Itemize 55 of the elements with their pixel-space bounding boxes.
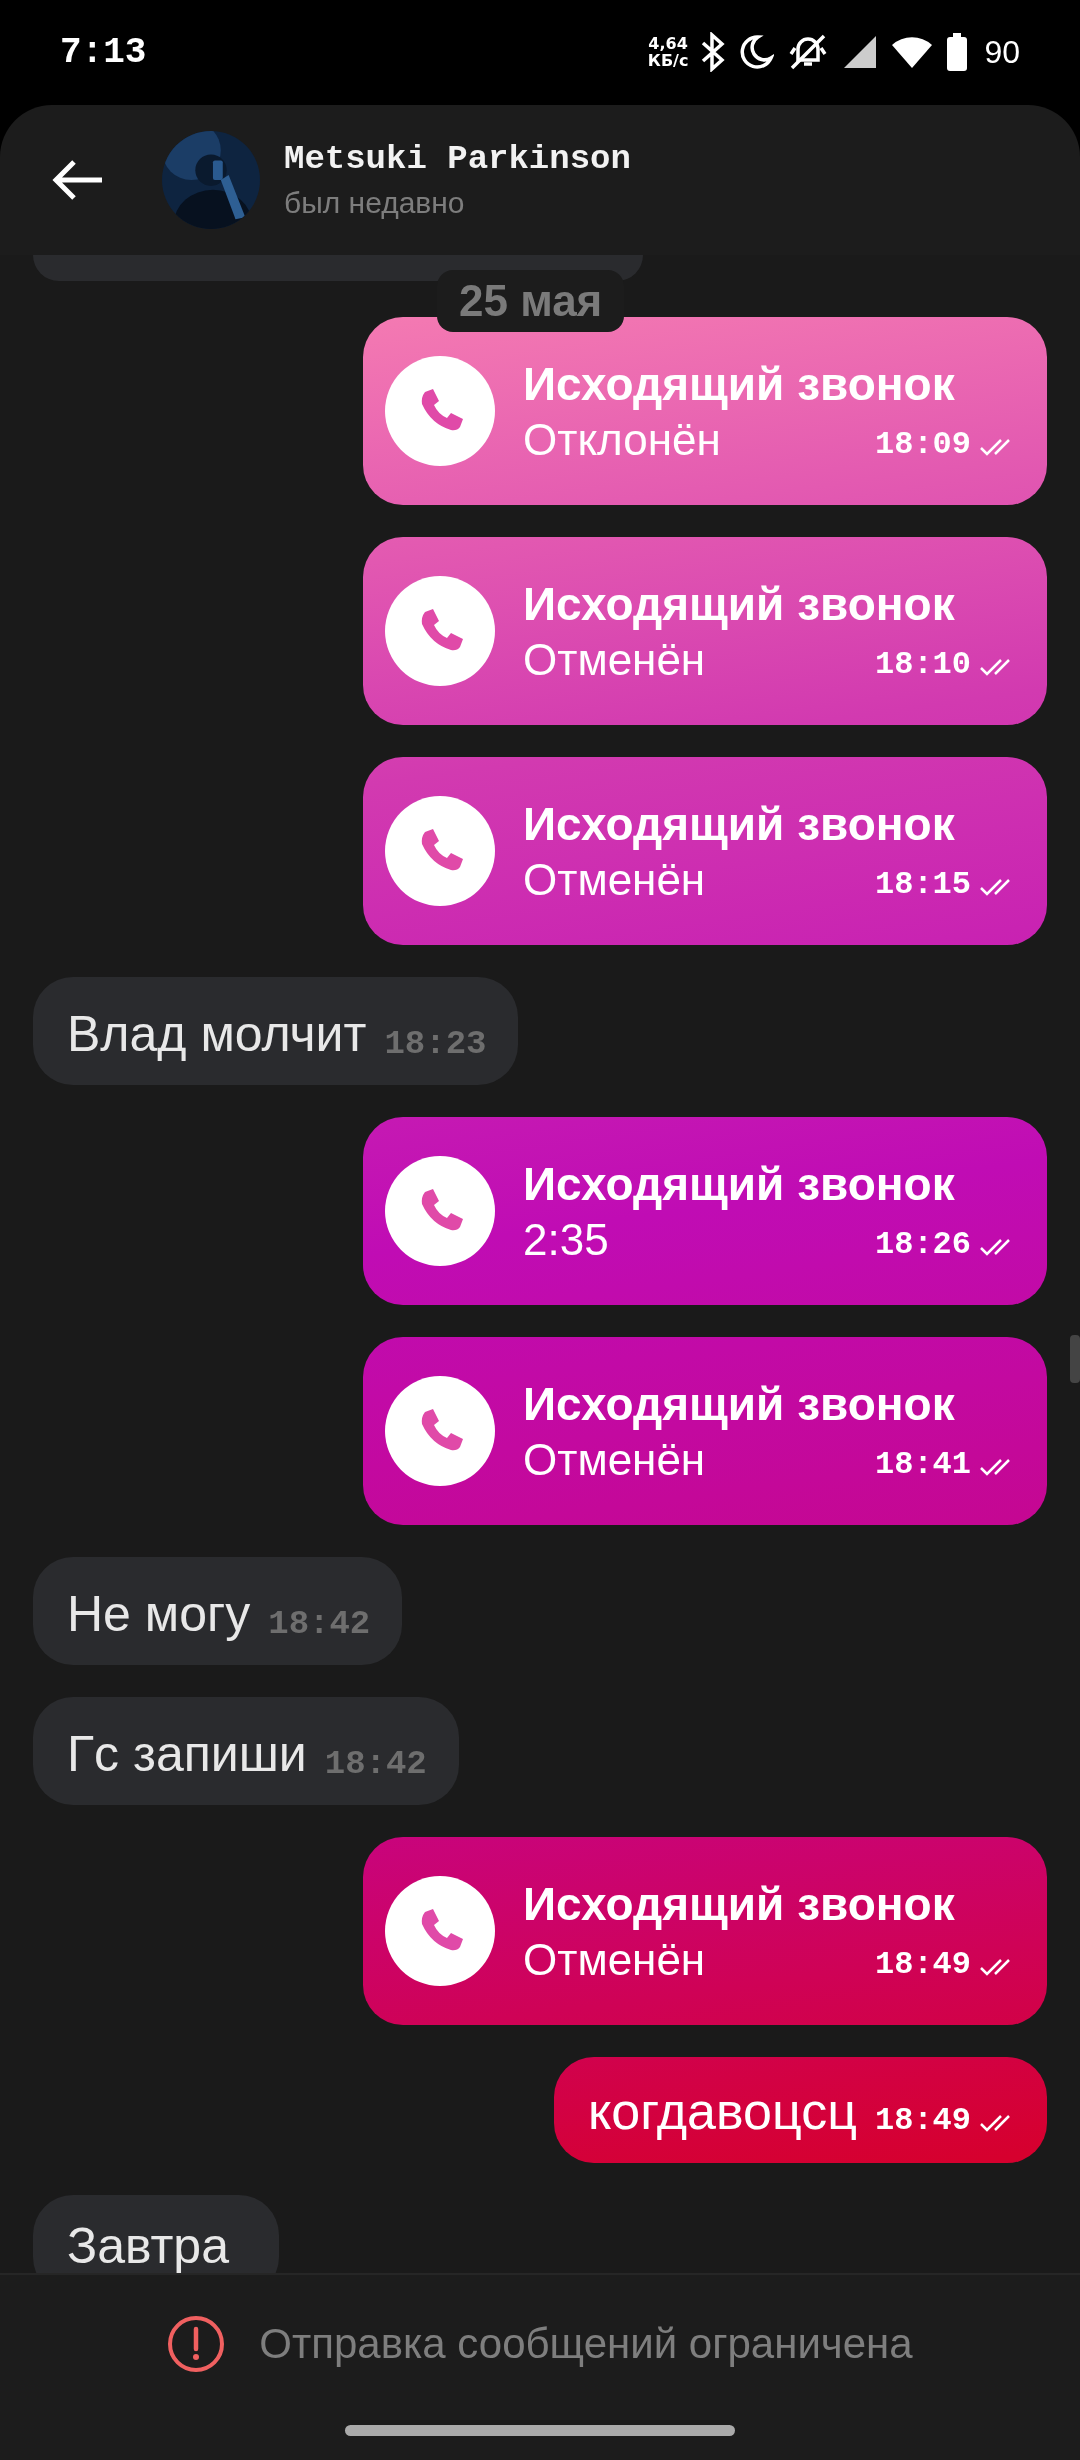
phone-icon <box>385 1875 495 1986</box>
date-chip: 25 мая <box>437 269 625 332</box>
contact-name: Metsuki Parkinson <box>284 139 631 178</box>
message-time: 18:26 <box>875 1225 971 1263</box>
battery-icon <box>946 33 969 72</box>
call-bubble[interactable]: Исходящий звонок Отменён 18:41 <box>363 1336 1047 1525</box>
call-status: Отменён <box>523 854 707 905</box>
call-status: 2:35 <box>523 1214 610 1265</box>
net-speed-value: 4,64 <box>648 35 688 53</box>
message-time: 18:09 <box>875 425 971 463</box>
call-bubble[interactable]: Исходящий звонок Отклонён 18:09 <box>363 316 1047 505</box>
message-time: 18:42 <box>324 1744 427 1783</box>
call-title: Исходящий звонок <box>523 356 956 411</box>
phone-icon <box>385 795 495 906</box>
message-time: 18:23 <box>384 1024 487 1063</box>
contact-status: был недавно <box>284 185 466 220</box>
call-bubble[interactable]: Исходящий звонок Отменён 18:49 <box>363 1836 1047 2025</box>
message-text: когдавоцсц <box>587 2080 857 2141</box>
scrollbar-thumb[interactable] <box>1070 1334 1080 1383</box>
call-title: Исходящий звонок <box>523 1876 956 1931</box>
message-text: Не могу <box>67 1584 251 1643</box>
message-time: 18:42 <box>268 1604 371 1643</box>
warning-icon <box>167 2315 226 2374</box>
home-indicator[interactable] <box>345 2425 735 2437</box>
call-title: Исходящий звонок <box>523 576 956 631</box>
message-text: Гс запиши <box>67 1724 307 1783</box>
message-time: 18:15 <box>875 865 971 903</box>
phone-icon <box>385 1375 495 1486</box>
message-time: 18:49 <box>875 2101 971 2139</box>
message-time: 18:41 <box>875 1445 971 1483</box>
status-time: 7:13 <box>60 31 147 73</box>
bluetooth-icon <box>700 32 727 73</box>
call-status: Отменён <box>523 1934 707 1985</box>
call-status: Отменён <box>523 1434 707 1485</box>
call-title: Исходящий звонок <box>523 1156 956 1211</box>
signal-icon <box>842 34 879 71</box>
call-title: Исходящий звонок <box>523 1376 956 1431</box>
phone-icon <box>385 1155 495 1266</box>
call-bubble[interactable]: Исходящий звонок Отменён 18:10 <box>363 536 1047 725</box>
restriction-notice: Отправка сообщений ограничена <box>259 2320 913 2369</box>
phone-icon <box>385 575 495 686</box>
phone-icon <box>385 355 495 466</box>
call-status: Отклонён <box>523 414 722 465</box>
message-text: Влад молчит <box>67 1004 367 1063</box>
call-bubble[interactable]: Исходящий звонок Отменён 18:15 <box>363 756 1047 945</box>
net-speed-unit: КБ/с <box>647 52 689 70</box>
message-time: 18:10 <box>875 645 971 683</box>
message-time: 18:49 <box>875 1945 971 1983</box>
back-icon[interactable] <box>52 158 104 201</box>
call-title: Исходящий звонок <box>523 796 956 851</box>
message-text: Завтра <box>67 2216 229 2274</box>
moon-icon <box>738 34 775 71</box>
call-bubble[interactable]: Исходящий звонок 2:35 18:26 <box>363 1116 1047 1305</box>
call-status: Отменён <box>523 634 707 685</box>
battery-level: 90 <box>984 33 1020 71</box>
